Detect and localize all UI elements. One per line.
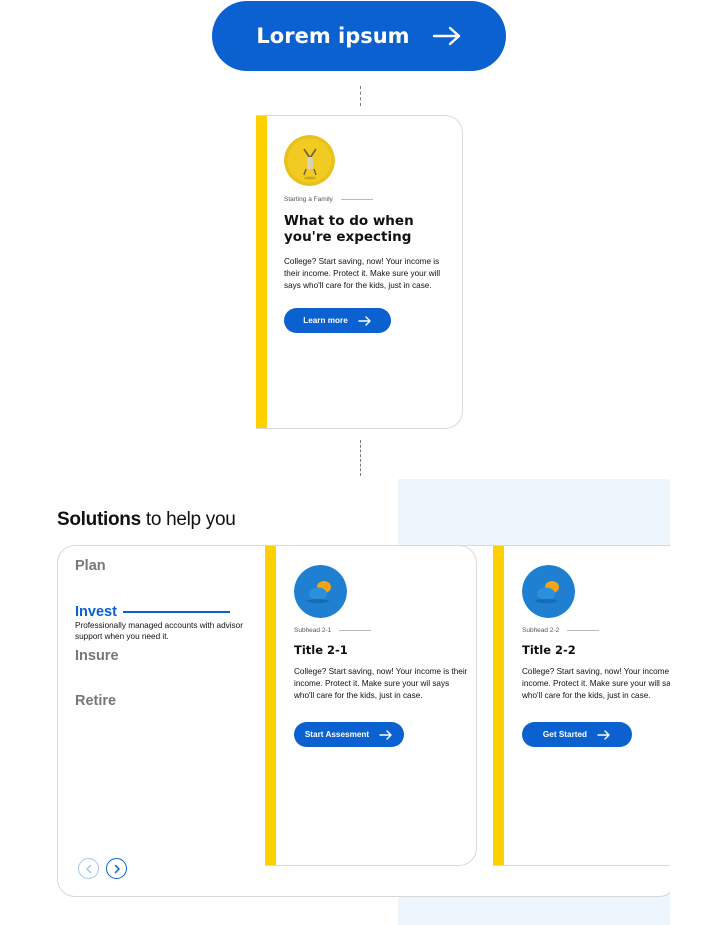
tab-plan[interactable]: Plan — [75, 558, 106, 574]
arrow-right-icon — [597, 729, 610, 740]
chevron-left-icon — [85, 864, 91, 873]
learn-more-label: Learn more — [303, 316, 348, 325]
arrow-right-icon — [358, 315, 371, 326]
card-body: College? Start saving, now! Your income … — [294, 667, 468, 700]
start-assessment-label: Start Assesment — [304, 730, 370, 739]
card-eyebrow: Starting a Family — [284, 196, 373, 203]
family-image — [284, 135, 335, 186]
connector-dash-bottom — [360, 440, 361, 476]
connector-dash-top — [360, 86, 361, 106]
tab-insure[interactable]: Insure — [75, 648, 119, 664]
learn-more-button[interactable]: Learn more — [284, 308, 391, 333]
tab-invest-description: Professionally managed accounts with adv… — [75, 621, 243, 642]
card-eyebrow-text: Starting a Family — [284, 196, 333, 203]
next-button[interactable] — [106, 858, 127, 879]
lorem-ipsum-button-label: Lorem ipsum — [256, 24, 410, 48]
previous-button[interactable] — [78, 858, 99, 879]
solutions-heading-rest: to help you — [140, 509, 236, 530]
card-body: College? Start saving, now! Your income … — [284, 257, 441, 290]
eyebrow-rule — [340, 199, 373, 200]
arrow-right-icon — [379, 729, 392, 740]
solution-card: Subhead 2-1 Title 2-1 College? Start sav… — [265, 545, 477, 866]
get-started-label: Get Started — [542, 730, 588, 739]
tab-retire[interactable]: Retire — [75, 693, 116, 709]
chevron-right-icon — [114, 864, 120, 873]
lorem-ipsum-button[interactable]: Lorem ipsum — [212, 1, 506, 71]
card-accent-stripe — [256, 116, 267, 428]
start-assessment-button[interactable]: Start Assesment — [294, 722, 404, 747]
solutions-heading: Solutions to help you — [57, 509, 236, 531]
card-title: What to do when you're expecting — [284, 213, 414, 246]
piggy-bank-image — [294, 565, 347, 618]
card-eyebrow-text: Subhead 2-1 — [294, 627, 332, 634]
featured-card: Starting a Family What to do when you're… — [256, 115, 463, 429]
active-tab-indicator — [123, 611, 230, 613]
get-started-button[interactable]: Get Started — [522, 722, 632, 747]
eyebrow-rule — [339, 630, 372, 631]
piggy-bank-image — [522, 565, 575, 618]
card-accent-stripe — [493, 546, 504, 865]
card-title: Title 2-2 — [522, 643, 576, 657]
card-title: Title 2-1 — [294, 643, 348, 657]
card-eyebrow: Subhead 2-1 — [294, 627, 372, 634]
arrow-right-icon — [432, 26, 460, 46]
card-accent-stripe — [265, 546, 276, 865]
card-eyebrow: Subhead 2-2 — [522, 627, 600, 634]
eyebrow-rule — [567, 630, 600, 631]
solutions-heading-bold: Solutions — [57, 509, 141, 530]
page-edge-mask — [670, 479, 720, 925]
card-eyebrow-text: Subhead 2-2 — [522, 627, 560, 634]
tab-invest[interactable]: Invest — [75, 604, 117, 620]
